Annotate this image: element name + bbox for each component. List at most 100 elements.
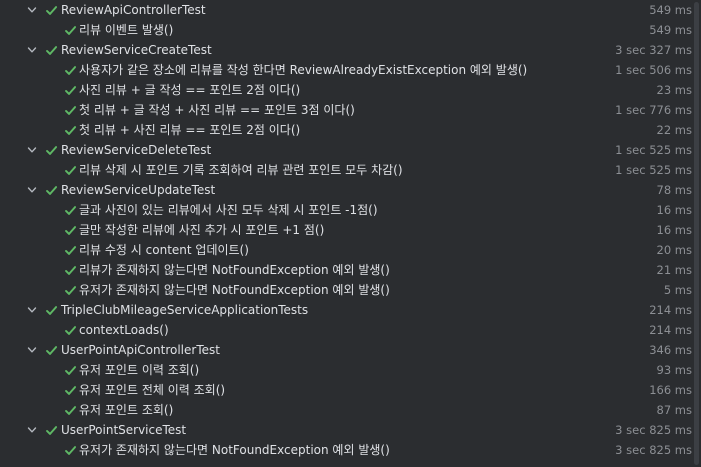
test-name: 첫 리뷰 + 글 작성 + 사진 리뷰 == 포인트 3점 이다() (79, 103, 355, 117)
duration-label: 23 ms (656, 83, 692, 97)
duration-label: 1 sec 525 ms (615, 143, 692, 157)
check-icon (63, 103, 77, 117)
test-case-row[interactable]: 유저가 존재하지 않는다면 NotFoundException 예외 발생() 3… (0, 440, 692, 460)
test-name: 글만 작성한 리뷰에 사진 추가 시 포인트 +1 점() (79, 223, 325, 237)
test-name: 리뷰 수정 시 content 업데이트() (79, 243, 249, 257)
duration-label: 549 ms (649, 3, 692, 17)
test-case-row[interactable]: 리뷰 이벤트 발생() 549 ms (0, 20, 692, 40)
suite-name: ReviewServiceDeleteTest (61, 143, 212, 157)
check-icon (63, 163, 77, 177)
check-icon (44, 3, 58, 17)
test-case-row[interactable]: 첫 리뷰 + 글 작성 + 사진 리뷰 == 포인트 3점 이다() 1 sec … (0, 100, 692, 120)
test-name: 유저가 존재하지 않는다면 NotFoundException 예외 발생() (79, 443, 390, 457)
chevron-down-icon[interactable] (26, 144, 38, 156)
test-case-row[interactable]: 리뷰 수정 시 content 업데이트() 20 ms (0, 240, 692, 260)
test-name: 사진 리뷰 + 글 작성 == 포인트 2점 이다() (79, 83, 301, 97)
test-name: 유저 포인트 이력 조회() (79, 363, 200, 377)
test-case-row[interactable]: 리뷰 삭제 시 포인트 기록 조회하여 리뷰 관련 포인트 모두 차감() 1 s… (0, 160, 692, 180)
test-case-row[interactable]: contextLoads() 214 ms (0, 320, 692, 340)
check-icon (63, 363, 77, 377)
check-icon (44, 43, 58, 57)
check-icon (63, 323, 77, 337)
duration-label: 21 ms (656, 263, 692, 277)
duration-label: 346 ms (649, 343, 692, 357)
check-icon (63, 283, 77, 297)
test-suite-row[interactable]: ReviewServiceUpdateTest 78 ms (0, 180, 692, 200)
check-icon (44, 343, 58, 357)
duration-label: 16 ms (656, 203, 692, 217)
duration-label: 1 sec 776 ms (615, 103, 692, 117)
check-icon (63, 263, 77, 277)
chevron-down-icon[interactable] (26, 424, 38, 436)
duration-label: 5 ms (663, 283, 692, 297)
test-case-row[interactable]: 글만 작성한 리뷰에 사진 추가 시 포인트 +1 점() 16 ms (0, 220, 692, 240)
test-results-tree: ReviewApiControllerTest 549 ms 리뷰 이벤트 발생()… (0, 0, 692, 467)
chevron-down-icon[interactable] (26, 344, 38, 356)
check-icon (63, 83, 77, 97)
test-case-row[interactable]: 글과 사진이 있는 리뷰에서 사진 모두 삭제 시 포인트 -1점() 16 ms (0, 200, 692, 220)
check-icon (63, 203, 77, 217)
check-icon (63, 383, 77, 397)
check-icon (44, 423, 58, 437)
duration-label: 214 ms (649, 323, 692, 337)
test-suite-row[interactable]: ReviewServiceCreateTest 3 sec 327 ms (0, 40, 692, 60)
chevron-down-icon[interactable] (26, 184, 38, 196)
check-icon (63, 123, 77, 137)
duration-label: 1 sec 506 ms (615, 63, 692, 77)
test-suite-row[interactable]: UserPointApiControllerTest 346 ms (0, 340, 692, 360)
test-name: 사용자가 같은 장소에 리뷰를 작성 한다면 ReviewAlreadyExis… (79, 63, 528, 77)
test-case-row[interactable]: 첫 리뷰 + 사진 리뷰 == 포인트 2점 이다() 22 ms (0, 120, 692, 140)
duration-label: 3 sec 825 ms (615, 443, 692, 457)
vertical-scrollbar[interactable] (692, 0, 701, 467)
chevron-down-icon[interactable] (26, 4, 38, 16)
duration-label: 87 ms (656, 403, 692, 417)
suite-name: TripleClubMileageServiceApplicationTests (61, 303, 309, 317)
suite-name: ReviewApiControllerTest (61, 3, 206, 17)
test-suite-row[interactable]: ReviewApiControllerTest 549 ms (0, 0, 692, 20)
check-icon (63, 63, 77, 77)
test-case-row[interactable]: 리뷰가 존재하지 않는다면 NotFoundException 예외 발생() 2… (0, 260, 692, 280)
test-name: 첫 리뷰 + 사진 리뷰 == 포인트 2점 이다() (79, 123, 301, 137)
test-name: 유저 포인트 조회() (79, 403, 174, 417)
check-icon (44, 183, 58, 197)
duration-label: 214 ms (649, 303, 692, 317)
check-icon (63, 23, 77, 37)
test-name: 리뷰 이벤트 발생() (79, 23, 174, 37)
test-case-row[interactable]: 사용자가 같은 장소에 리뷰를 작성 한다면 ReviewAlreadyExis… (0, 60, 692, 80)
duration-label: 22 ms (656, 123, 692, 137)
chevron-down-icon[interactable] (26, 304, 38, 316)
duration-label: 1 sec 525 ms (615, 163, 692, 177)
check-icon (63, 443, 77, 457)
test-name: 글과 사진이 있는 리뷰에서 사진 모두 삭제 시 포인트 -1점() (79, 203, 378, 217)
check-icon (63, 403, 77, 417)
suite-name: ReviewServiceCreateTest (61, 43, 212, 57)
chevron-down-icon[interactable] (26, 44, 38, 56)
test-name: 리뷰 삭제 시 포인트 기록 조회하여 리뷰 관련 포인트 모두 차감() (79, 163, 403, 177)
duration-label: 549 ms (649, 23, 692, 37)
test-suite-row[interactable]: TripleClubMileageServiceApplicationTests… (0, 300, 692, 320)
test-case-row[interactable]: 유저 포인트 이력 조회() 93 ms (0, 360, 692, 380)
test-name: contextLoads() (79, 323, 169, 337)
test-case-row[interactable]: 유저 포인트 조회() 87 ms (0, 400, 692, 420)
duration-label: 166 ms (649, 383, 692, 397)
duration-label: 3 sec 825 ms (615, 423, 692, 437)
suite-name: UserPointApiControllerTest (61, 343, 220, 357)
test-name: 유저가 존재하지 않는다면 NotFoundException 예외 발생() (79, 283, 390, 297)
test-suite-row[interactable]: ReviewServiceDeleteTest 1 sec 525 ms (0, 140, 692, 160)
duration-label: 93 ms (656, 363, 692, 377)
duration-label: 20 ms (656, 243, 692, 257)
check-icon (63, 223, 77, 237)
test-name: 리뷰가 존재하지 않는다면 NotFoundException 예외 발생() (79, 263, 390, 277)
suite-name: UserPointServiceTest (61, 423, 187, 437)
test-case-row[interactable]: 사진 리뷰 + 글 작성 == 포인트 2점 이다() 23 ms (0, 80, 692, 100)
test-suite-row[interactable]: UserPointServiceTest 3 sec 825 ms (0, 420, 692, 440)
check-icon (44, 143, 58, 157)
scrollbar-thumb[interactable] (694, 2, 699, 465)
test-case-row[interactable]: 유저가 존재하지 않는다면 NotFoundException 예외 발생() 5… (0, 280, 692, 300)
duration-label: 78 ms (656, 183, 692, 197)
duration-label: 3 sec 327 ms (615, 43, 692, 57)
check-icon (63, 243, 77, 257)
test-case-row[interactable]: 유저 포인트 전체 이력 조회() 166 ms (0, 380, 692, 400)
check-icon (44, 303, 58, 317)
test-name: 유저 포인트 전체 이력 조회() (79, 383, 226, 397)
